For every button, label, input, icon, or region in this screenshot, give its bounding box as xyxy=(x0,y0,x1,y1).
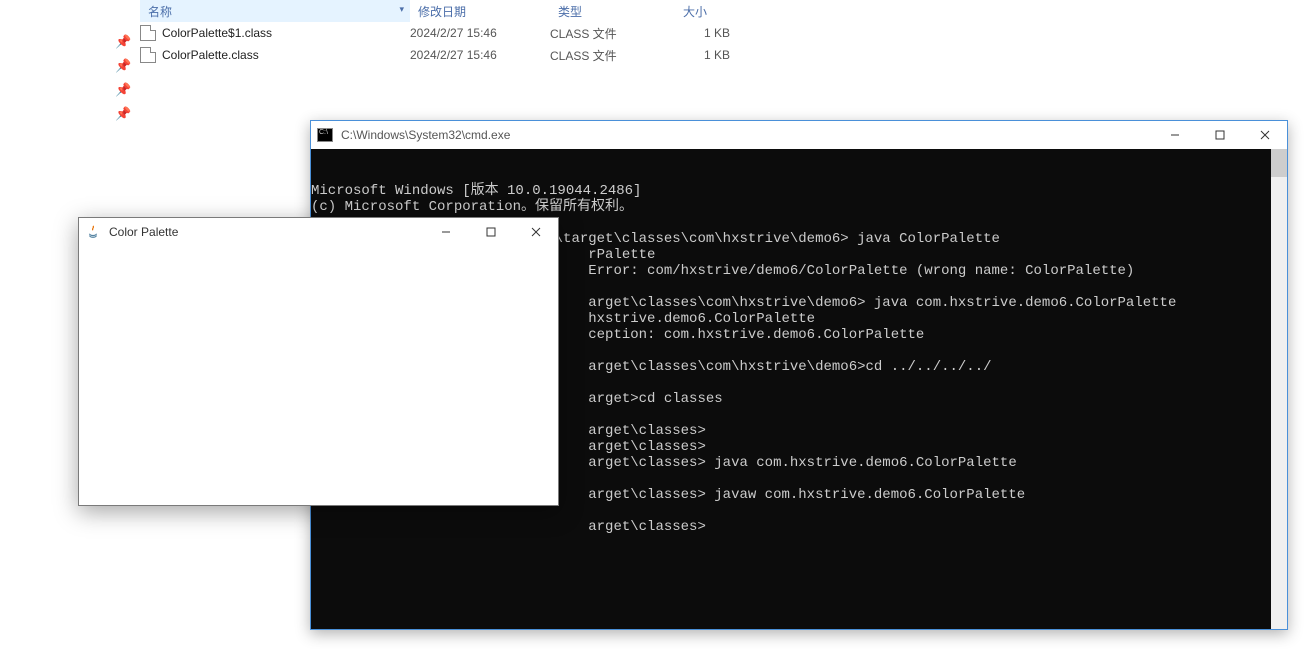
file-icon xyxy=(140,25,156,41)
java-window-controls xyxy=(423,218,558,246)
close-button[interactable] xyxy=(1242,121,1287,149)
file-list: ColorPalette$1.class 2024/2/27 15:46 CLA… xyxy=(140,22,730,66)
file-row[interactable]: ColorPalette$1.class 2024/2/27 15:46 CLA… xyxy=(140,22,730,44)
column-name[interactable]: 名称 ▾ xyxy=(140,0,410,22)
java-window[interactable]: Color Palette xyxy=(78,217,559,506)
file-row[interactable]: ColorPalette.class 2024/2/27 15:46 CLASS… xyxy=(140,44,730,66)
file-name: ColorPalette.class xyxy=(162,48,410,62)
file-size: 1 KB xyxy=(675,26,730,40)
explorer-columns: 名称 ▾ 修改日期 类型 大小 xyxy=(0,0,1309,22)
maximize-button[interactable] xyxy=(1197,121,1242,149)
cmd-line: (c) Microsoft Corporation。保留所有权利。 xyxy=(311,199,1287,215)
file-type: CLASS 文件 xyxy=(550,25,675,42)
pin-icon: 📌 xyxy=(115,34,135,50)
column-type[interactable]: 类型 xyxy=(550,0,675,22)
column-date[interactable]: 修改日期 xyxy=(410,0,550,22)
pin-icon: 📌 xyxy=(115,106,135,122)
file-date: 2024/2/27 15:46 xyxy=(410,48,550,62)
column-size[interactable]: 大小 xyxy=(675,0,740,22)
sort-dropdown-icon[interactable]: ▾ xyxy=(399,4,404,15)
java-title: Color Palette xyxy=(109,225,178,239)
scrollbar-thumb[interactable] xyxy=(1271,149,1287,177)
file-date: 2024/2/27 15:46 xyxy=(410,26,550,40)
pin-icon: 📌 xyxy=(115,58,135,74)
maximize-button[interactable] xyxy=(468,218,513,246)
file-size: 1 KB xyxy=(675,48,730,62)
cmd-line: arget\classes> xyxy=(311,519,1287,535)
close-button[interactable] xyxy=(513,218,558,246)
cmd-titlebar[interactable]: C:\Windows\System32\cmd.exe xyxy=(311,121,1287,149)
cmd-title: C:\Windows\System32\cmd.exe xyxy=(341,128,510,142)
java-icon xyxy=(85,224,101,240)
minimize-button[interactable] xyxy=(423,218,468,246)
pin-icon: 📌 xyxy=(115,82,135,98)
cmd-window-controls xyxy=(1152,121,1287,149)
file-type: CLASS 文件 xyxy=(550,47,675,64)
file-icon xyxy=(140,47,156,63)
cmd-icon xyxy=(317,128,333,142)
java-body xyxy=(79,246,558,505)
cmd-scrollbar[interactable] xyxy=(1271,149,1287,629)
minimize-button[interactable] xyxy=(1152,121,1197,149)
cmd-line: Microsoft Windows [版本 10.0.19044.2486] xyxy=(311,183,1287,199)
column-name-label: 名称 xyxy=(148,3,172,20)
file-name: ColorPalette$1.class xyxy=(162,26,410,40)
java-titlebar[interactable]: Color Palette xyxy=(79,218,558,246)
quick-access-pins: 📌 📌 📌 📌 xyxy=(115,34,135,122)
